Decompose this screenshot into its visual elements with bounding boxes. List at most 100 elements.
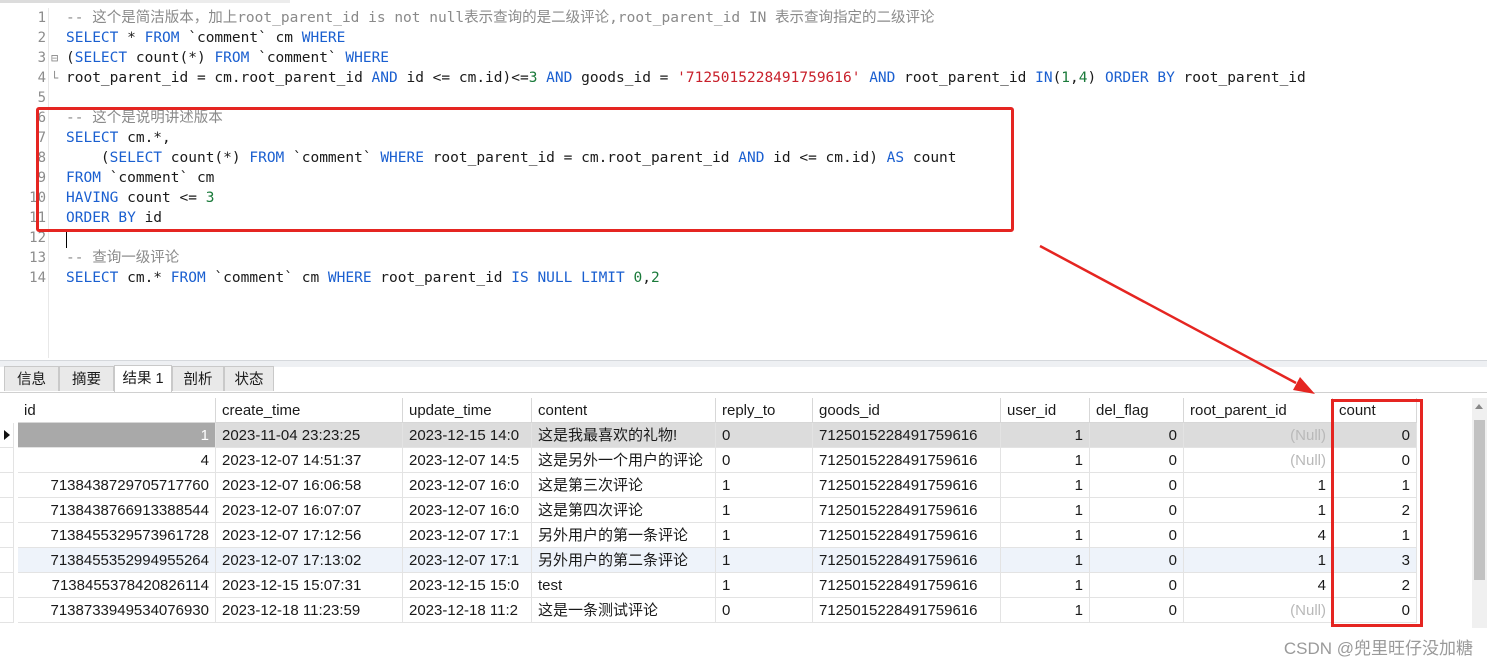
cell-update-time[interactable]: 2023-12-07 14:5 <box>403 448 532 473</box>
cell-root-parent-id[interactable]: 4 <box>1184 523 1333 548</box>
cell-goods-id[interactable]: 7125015228491759616 <box>813 498 1001 523</box>
cell-update-time[interactable]: 2023-12-18 11:2 <box>403 598 532 623</box>
cell-update-time[interactable]: 2023-12-07 16:0 <box>403 473 532 498</box>
row-marker[interactable] <box>0 573 14 598</box>
cell-reply-to[interactable]: 0 <box>716 448 813 473</box>
cell-root-parent-id[interactable]: 4 <box>1184 573 1333 598</box>
column-header-create-time[interactable]: create_time <box>216 398 403 423</box>
cell-goods-id[interactable]: 7125015228491759616 <box>813 523 1001 548</box>
cell-id[interactable]: 7138455378420826114 <box>18 573 216 598</box>
cell-root-parent-id[interactable]: (Null) <box>1184 598 1333 623</box>
table-row[interactable]: 1 2023-11-04 23:23:25 2023-12-15 14:0 这是我最喜… <box>0 423 1418 448</box>
cell-goods-id[interactable]: 7125015228491759616 <box>813 573 1001 598</box>
cell-id[interactable]: 1 <box>18 423 216 448</box>
cell-user-id[interactable]: 1 <box>1001 573 1090 598</box>
table-row[interactable]: 7138438729705717760 2023-12-07 16:06:58 20… <box>0 473 1418 498</box>
grid-scrollbar[interactable] <box>1472 398 1487 628</box>
cell-content[interactable]: 另外用户的第一条评论 <box>532 523 716 548</box>
tab-profile[interactable]: 剖析 <box>172 366 224 391</box>
cell-user-id[interactable]: 1 <box>1001 473 1090 498</box>
cell-id[interactable]: 7138438729705717760 <box>18 473 216 498</box>
code-line[interactable]: 5 <box>0 88 1480 108</box>
cell-root-parent-id[interactable]: (Null) <box>1184 423 1333 448</box>
table-row[interactable]: 7138438766913388544 2023-12-07 16:07:07 20… <box>0 498 1418 523</box>
code-line[interactable]: 3 ⊟ (SELECT count(*) FROM `comment` WHERE <box>0 48 1480 68</box>
row-marker[interactable] <box>0 448 14 473</box>
cell-del-flag[interactable]: 0 <box>1090 498 1184 523</box>
cell-user-id[interactable]: 1 <box>1001 498 1090 523</box>
code-line[interactable]: 14 SELECT cm.* FROM `comment` cm WHERE ro… <box>0 268 1480 288</box>
cell-del-flag[interactable]: 0 <box>1090 598 1184 623</box>
tab-summary[interactable]: 摘要 <box>59 366 114 391</box>
row-marker[interactable] <box>0 548 14 573</box>
cell-content[interactable]: test <box>532 573 716 598</box>
column-header-goods-id[interactable]: goods_id <box>813 398 1001 423</box>
cell-user-id[interactable]: 1 <box>1001 523 1090 548</box>
cell-create-time[interactable]: 2023-12-18 11:23:59 <box>216 598 403 623</box>
column-header-user-id[interactable]: user_id <box>1001 398 1090 423</box>
cell-root-parent-id[interactable]: 1 <box>1184 473 1333 498</box>
cell-del-flag[interactable]: 0 <box>1090 573 1184 598</box>
fold-marker-icon[interactable]: ⊟ <box>51 50 64 70</box>
code-line[interactable]: 2 SELECT * FROM `comment` cm WHERE <box>0 28 1480 48</box>
cell-create-time[interactable]: 2023-12-15 15:07:31 <box>216 573 403 598</box>
table-row[interactable]: 7138733949534076930 2023-12-18 11:23:59 20… <box>0 598 1418 623</box>
cell-goods-id[interactable]: 7125015228491759616 <box>813 473 1001 498</box>
cell-reply-to[interactable]: 0 <box>716 598 813 623</box>
cell-root-parent-id[interactable]: 1 <box>1184 548 1333 573</box>
cell-content[interactable]: 这是第三次评论 <box>532 473 716 498</box>
scroll-up-icon[interactable] <box>1475 404 1483 409</box>
column-header-update-time[interactable]: update_time <box>403 398 532 423</box>
row-marker[interactable] <box>0 473 14 498</box>
code-line[interactable]: 1 -- 这个是简洁版本，加上root_parent_id is not null… <box>0 8 1480 28</box>
cell-user-id[interactable]: 1 <box>1001 448 1090 473</box>
cell-del-flag[interactable]: 0 <box>1090 423 1184 448</box>
cell-create-time[interactable]: 2023-11-04 23:23:25 <box>216 423 403 448</box>
row-marker[interactable] <box>0 423 14 448</box>
cell-create-time[interactable]: 2023-12-07 14:51:37 <box>216 448 403 473</box>
cell-update-time[interactable]: 2023-12-15 14:0 <box>403 423 532 448</box>
code-line[interactable]: 13 -- 查询一级评论 <box>0 248 1480 268</box>
cell-goods-id[interactable]: 7125015228491759616 <box>813 448 1001 473</box>
cell-user-id[interactable]: 1 <box>1001 423 1090 448</box>
cell-root-parent-id[interactable]: 1 <box>1184 498 1333 523</box>
column-header-root-parent-id[interactable]: root_parent_id <box>1184 398 1333 423</box>
table-row[interactable]: 4 2023-12-07 14:51:37 2023-12-07 14:5 这是另外一… <box>0 448 1418 473</box>
cell-create-time[interactable]: 2023-12-07 16:06:58 <box>216 473 403 498</box>
row-marker[interactable] <box>0 598 14 623</box>
column-header-reply-to[interactable]: reply_to <box>716 398 813 423</box>
cell-reply-to[interactable]: 1 <box>716 523 813 548</box>
cell-update-time[interactable]: 2023-12-07 17:1 <box>403 548 532 573</box>
row-marker[interactable] <box>0 523 14 548</box>
cell-create-time[interactable]: 2023-12-07 16:07:07 <box>216 498 403 523</box>
cell-goods-id[interactable]: 7125015228491759616 <box>813 423 1001 448</box>
cell-reply-to[interactable]: 1 <box>716 548 813 573</box>
cell-content[interactable]: 另外用户的第二条评论 <box>532 548 716 573</box>
cell-reply-to[interactable]: 0 <box>716 423 813 448</box>
cell-id[interactable]: 4 <box>18 448 216 473</box>
tab-result-1[interactable]: 结果 1 <box>114 365 172 392</box>
code-line[interactable]: 4 └ root_parent_id = cm.root_parent_id AND… <box>0 68 1480 88</box>
cell-content[interactable]: 这是第四次评论 <box>532 498 716 523</box>
cell-goods-id[interactable]: 7125015228491759616 <box>813 548 1001 573</box>
cell-reply-to[interactable]: 1 <box>716 573 813 598</box>
cell-reply-to[interactable]: 1 <box>716 473 813 498</box>
cell-update-time[interactable]: 2023-12-07 16:0 <box>403 498 532 523</box>
cell-root-parent-id[interactable]: (Null) <box>1184 448 1333 473</box>
tab-status[interactable]: 状态 <box>224 366 274 391</box>
cell-id[interactable]: 7138733949534076930 <box>18 598 216 623</box>
cell-del-flag[interactable]: 0 <box>1090 448 1184 473</box>
cell-id[interactable]: 7138438766913388544 <box>18 498 216 523</box>
cell-goods-id[interactable]: 7125015228491759616 <box>813 598 1001 623</box>
cell-del-flag[interactable]: 0 <box>1090 473 1184 498</box>
column-header-del-flag[interactable]: del_flag <box>1090 398 1184 423</box>
scroll-thumb[interactable] <box>1474 420 1485 580</box>
cell-user-id[interactable]: 1 <box>1001 548 1090 573</box>
column-header-id[interactable]: id <box>18 398 216 423</box>
cell-content[interactable]: 这是另外一个用户的评论 <box>532 448 716 473</box>
cell-create-time[interactable]: 2023-12-07 17:13:02 <box>216 548 403 573</box>
cell-content[interactable]: 这是我最喜欢的礼物! <box>532 423 716 448</box>
cell-content[interactable]: 这是一条测试评论 <box>532 598 716 623</box>
row-marker[interactable] <box>0 498 14 523</box>
cell-id[interactable]: 7138455329573961728 <box>18 523 216 548</box>
